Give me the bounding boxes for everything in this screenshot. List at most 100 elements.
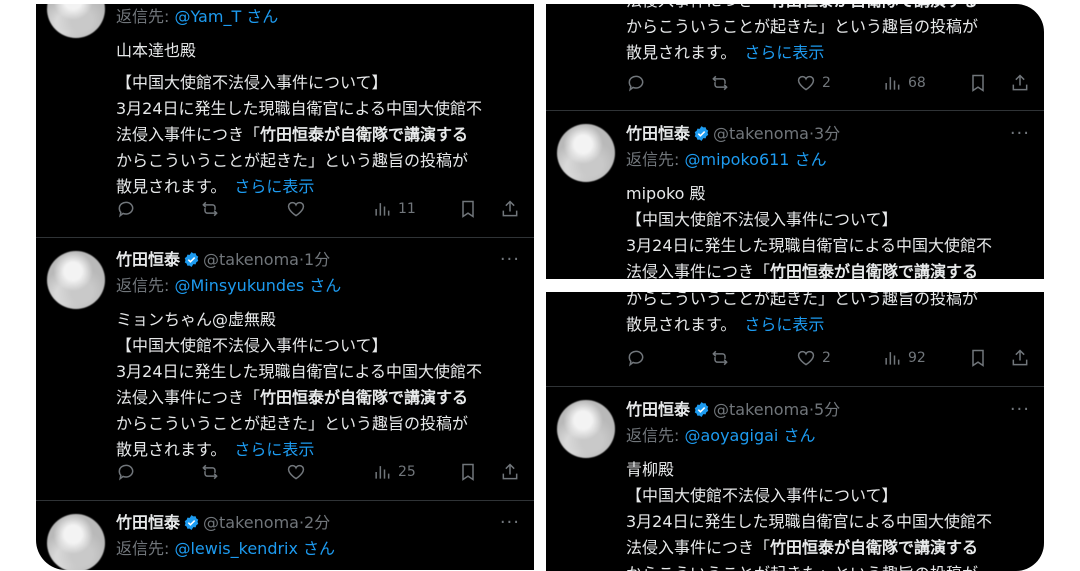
share-button[interactable] xyxy=(1010,345,1030,371)
tweet-card[interactable]: 返信先: @Yam_T さん 山本達也殿 【中国大使館不法侵入事件について】 3… xyxy=(36,4,534,237)
more-options-icon[interactable]: ··· xyxy=(500,247,520,273)
avatar[interactable] xyxy=(557,124,615,182)
tweet-time[interactable]: 3分 xyxy=(814,124,840,143)
heart-icon xyxy=(797,350,815,366)
bookmark-icon xyxy=(972,349,984,367)
more-options-icon[interactable]: ··· xyxy=(500,510,520,536)
heart-icon xyxy=(287,201,305,217)
reply-button[interactable] xyxy=(626,345,646,371)
views-count: 25 xyxy=(398,464,416,480)
tweet-text-line: 法侵入事件につき「竹田恒泰が自衛隊で講演する xyxy=(116,388,469,407)
show-more-link[interactable]: さらに表示 xyxy=(234,177,314,196)
display-name[interactable]: 竹田恒泰 xyxy=(626,124,690,143)
reply-to-link[interactable]: @Minsyukundes xyxy=(174,276,304,295)
reply-to-link[interactable]: @Yam_T xyxy=(174,7,241,26)
views-button[interactable]: 92 xyxy=(882,345,926,371)
display-name[interactable]: 竹田恒泰 xyxy=(116,250,180,269)
tweet-card[interactable]: 竹田恒泰 @takenoma·5分 ··· 返信先: @aoyagigai さん … xyxy=(546,386,1044,571)
tweet-header: 竹田恒泰 @takenoma·2分 ··· xyxy=(116,510,520,536)
tweet-heading: 【中国大使館不法侵入事件について】 xyxy=(116,336,388,355)
bookmark-button[interactable] xyxy=(968,345,988,371)
user-handle[interactable]: @takenoma xyxy=(713,400,809,419)
like-button[interactable] xyxy=(286,196,306,222)
reply-to-line: 返信先: @Yam_T さん xyxy=(116,7,279,26)
retweet-button[interactable] xyxy=(200,196,220,222)
tweet-card[interactable]: 法侵入事件につき「竹田恒泰が自衛隊で講演する からこういうことが起きた」という趣… xyxy=(546,4,1044,110)
reply-button[interactable] xyxy=(626,70,646,96)
tweet-text-line: 法侵入事件につき「竹田恒泰が自衛隊で講演する xyxy=(626,538,979,557)
tweet-text-line: 法侵入事件につき「竹田恒泰が自衛隊で講演する xyxy=(626,4,1030,14)
reply-to-link[interactable]: @aoyagigai xyxy=(684,426,778,445)
right-top-screenshot-panel: 法侵入事件につき「竹田恒泰が自衛隊で講演する からこういうことが起きた」という趣… xyxy=(546,4,1044,279)
bookmark-icon xyxy=(972,74,984,92)
action-bar: 25 xyxy=(116,459,520,485)
reply-to-link[interactable]: @mipoko611 xyxy=(684,150,789,169)
show-more-link[interactable]: さらに表示 xyxy=(744,315,824,334)
show-more-link[interactable]: さらに表示 xyxy=(234,440,314,459)
bookmark-icon xyxy=(462,200,474,218)
tweet-time[interactable]: 1分 xyxy=(304,250,330,269)
reply-to-link[interactable]: @lewis_kendrix xyxy=(174,539,297,558)
more-options-icon[interactable]: ··· xyxy=(1010,121,1030,147)
verified-badge-icon xyxy=(184,515,199,530)
retweet-button[interactable] xyxy=(710,345,730,371)
retweet-button[interactable] xyxy=(710,70,730,96)
user-handle[interactable]: @takenoma xyxy=(203,513,299,532)
tweet-greeting: 山本達也殿 xyxy=(116,41,197,60)
heart-icon xyxy=(287,464,305,480)
tweet-card[interactable]: 竹田恒泰 @takenoma·2分 ··· 返信先: @lewis_kendrix… xyxy=(36,500,534,570)
bookmark-button[interactable] xyxy=(458,196,478,222)
verified-badge-icon xyxy=(694,126,709,141)
tweet-header: 竹田恒泰 @takenoma·3分 ··· xyxy=(626,121,1030,147)
retweet-icon xyxy=(712,350,728,366)
show-more-link[interactable]: さらに表示 xyxy=(744,43,824,62)
heart-icon xyxy=(797,75,815,91)
action-bar: 2 92 xyxy=(626,345,1030,371)
tweet-text-line: からこういうことが起きた」という趣旨の投稿が xyxy=(626,292,979,308)
likes-count: 2 xyxy=(822,75,831,91)
reply-to-line: 返信先: @mipoko611 さん xyxy=(626,150,827,169)
tweet-card[interactable]: からこういうことが起きた」という趣旨の投稿が 散見されます。 さらに表示 2 92 xyxy=(546,292,1044,386)
views-button[interactable]: 11 xyxy=(372,196,416,222)
like-button[interactable]: 2 xyxy=(796,70,831,96)
reply-button[interactable] xyxy=(116,196,136,222)
share-button[interactable] xyxy=(500,196,520,222)
tweet-header: 竹田恒泰 @takenoma·5分 ··· xyxy=(626,397,1030,423)
bookmark-button[interactable] xyxy=(968,70,988,96)
like-button[interactable]: 2 xyxy=(796,345,831,371)
reply-icon xyxy=(118,201,134,218)
user-handle[interactable]: @takenoma xyxy=(713,124,809,143)
user-handle[interactable]: @takenoma xyxy=(203,250,299,269)
reply-button[interactable] xyxy=(116,459,136,485)
display-name[interactable]: 竹田恒泰 xyxy=(116,513,180,532)
retweet-button[interactable] xyxy=(200,459,220,485)
bookmark-button[interactable] xyxy=(458,459,478,485)
avatar[interactable] xyxy=(557,400,615,458)
views-button[interactable]: 25 xyxy=(372,459,416,485)
avatar[interactable] xyxy=(47,514,105,570)
tweet-card[interactable]: 竹田恒泰 @takenoma·1分 ··· 返信先: @Minsyukundes … xyxy=(36,237,534,500)
more-options-icon[interactable]: ··· xyxy=(1010,397,1030,423)
views-chart-icon xyxy=(375,466,390,479)
like-button[interactable] xyxy=(286,459,306,485)
avatar[interactable] xyxy=(47,4,105,38)
reply-icon xyxy=(628,350,644,367)
tweet-time[interactable]: 2分 xyxy=(304,513,330,532)
views-button[interactable]: 68 xyxy=(882,70,926,96)
tweet-text-line: 3月24日に発生した現職自衛官による中国大使館不 xyxy=(116,362,483,381)
avatar[interactable] xyxy=(47,251,105,309)
views-count: 68 xyxy=(908,75,926,91)
share-button[interactable] xyxy=(1010,70,1030,96)
tweet-text-line: からこういうことが起きた」という趣旨の投稿が xyxy=(626,17,979,36)
tweet-text-line: からこういうことが起きた」という趣旨の投稿が xyxy=(116,414,469,433)
tweet-text-line: 3月24日に発生した現職自衛官による中国大使館不 xyxy=(116,99,483,118)
tweet-time[interactable]: 5分 xyxy=(814,400,840,419)
tweet-greeting: mipoko 殿 xyxy=(626,184,706,203)
reply-icon xyxy=(118,464,134,481)
tweet-card[interactable]: 竹田恒泰 @takenoma·3分 ··· 返信先: @mipoko611 さん … xyxy=(546,110,1044,279)
tweet-text-line: 3月24日に発生した現職自衛官による中国大使館不 xyxy=(626,236,993,255)
display-name[interactable]: 竹田恒泰 xyxy=(626,400,690,419)
share-button[interactable] xyxy=(500,459,520,485)
tweet-text-line: からこういうことが起きた」という趣旨の投稿が xyxy=(116,151,469,170)
views-chart-icon xyxy=(885,352,900,365)
